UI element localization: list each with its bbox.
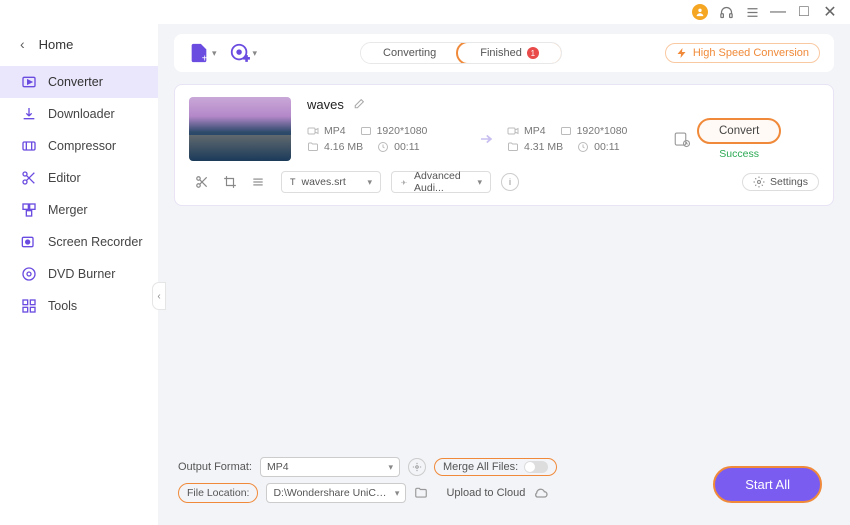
merge-toggle[interactable]	[524, 461, 548, 473]
resolution-icon	[560, 125, 572, 137]
close-button[interactable]: ✕	[822, 4, 838, 20]
merge-label: Merge All Files:	[443, 461, 518, 473]
file-name: waves	[307, 97, 344, 112]
clock-icon	[577, 141, 589, 153]
disc-icon	[20, 265, 38, 283]
edit-name-icon[interactable]	[352, 98, 365, 111]
video-icon	[307, 125, 319, 137]
file-location-label: File Location:	[178, 483, 258, 503]
high-speed-conversion-button[interactable]: High Speed Conversion	[665, 43, 820, 63]
output-format-value: MP4	[267, 461, 289, 473]
start-all-button[interactable]: Start All	[713, 466, 822, 503]
settings-chip[interactable]: Settings	[742, 173, 819, 191]
status-text: Success	[719, 148, 759, 160]
add-disc-button[interactable]: + ▾	[229, 42, 258, 64]
open-folder-icon[interactable]	[414, 486, 428, 500]
nav-label: Merger	[48, 203, 88, 217]
tools-icon	[20, 297, 38, 315]
user-avatar-icon[interactable]	[692, 4, 708, 20]
resolution-icon	[360, 125, 372, 137]
nav-dvd-burner[interactable]: DVD Burner	[0, 258, 158, 290]
scissors-icon	[20, 169, 38, 187]
nav-label: DVD Burner	[48, 267, 115, 281]
upload-cloud-label: Upload to Cloud	[446, 487, 525, 499]
sidebar-collapse-handle[interactable]: ‹	[152, 282, 166, 310]
download-icon	[20, 105, 38, 123]
video-thumbnail[interactable]	[189, 97, 291, 161]
hamburger-icon[interactable]	[744, 4, 760, 20]
crop-icon[interactable]	[223, 175, 237, 189]
nav-label: Compressor	[48, 139, 116, 153]
compressor-icon	[20, 137, 38, 155]
dst-size: 4.31 MB	[524, 141, 563, 153]
nav-merger[interactable]: Merger	[0, 194, 158, 226]
add-file-button[interactable]: + ▾	[188, 42, 217, 64]
audio-value: Advanced Audi...	[414, 170, 471, 194]
src-size: 4.16 MB	[324, 141, 363, 153]
dst-duration: 00:11	[594, 141, 620, 153]
audio-dropdown[interactable]: Advanced Audi... ▾	[391, 171, 491, 193]
nav-label: Converter	[48, 75, 103, 89]
headset-icon[interactable]	[718, 4, 734, 20]
file-location-value: D:\Wondershare UniConverter 1	[273, 487, 388, 499]
chevron-left-icon: ‹	[20, 36, 25, 52]
info-icon[interactable]: i	[501, 173, 519, 191]
finished-count-badge: 1	[527, 47, 539, 59]
nav-converter[interactable]: Converter	[0, 66, 158, 98]
sidebar: ‹ Home Converter Downloader Compressor E…	[0, 24, 158, 525]
merger-icon	[20, 201, 38, 219]
tab-finished[interactable]: Finished 1	[456, 42, 562, 64]
file-card: waves MP4 1920*1080 4.16 MB	[174, 84, 834, 206]
nav-tools[interactable]: Tools	[0, 290, 158, 322]
video-icon	[507, 125, 519, 137]
subtitle-value: waves.srt	[302, 176, 346, 188]
nav-screen-recorder[interactable]: Screen Recorder	[0, 226, 158, 258]
tab-converting[interactable]: Converting	[361, 43, 458, 63]
file-location-select[interactable]: D:\Wondershare UniConverter 1 ▾	[266, 483, 406, 503]
nav-label: Downloader	[48, 107, 115, 121]
home-label: Home	[39, 37, 74, 52]
output-format-label: Output Format:	[178, 461, 252, 473]
effects-icon[interactable]	[251, 175, 265, 189]
convert-button[interactable]: Convert	[697, 118, 781, 144]
minimize-button[interactable]: —	[770, 4, 786, 20]
maximize-button[interactable]: □	[796, 4, 812, 20]
nav-label: Editor	[48, 171, 81, 185]
dst-resolution: 1920*1080	[577, 125, 628, 137]
nav-label: Screen Recorder	[48, 235, 143, 249]
svg-text:+: +	[243, 54, 249, 64]
output-settings-gear-icon[interactable]	[408, 458, 426, 476]
trim-icon[interactable]	[195, 175, 209, 189]
nav-label: Tools	[48, 299, 77, 313]
folder-icon	[507, 141, 519, 153]
cloud-icon[interactable]	[533, 485, 549, 501]
settings-label: Settings	[770, 176, 808, 188]
status-tabs: Converting Finished 1	[360, 42, 562, 64]
main-panel: + ▾ + ▾ Converting Finished 1 High Speed…	[158, 24, 850, 525]
output-settings-icon[interactable]	[673, 130, 691, 148]
arrow-right-icon	[478, 130, 496, 148]
nav-downloader[interactable]: Downloader	[0, 98, 158, 130]
dst-format: MP4	[524, 125, 546, 137]
nav-compressor[interactable]: Compressor	[0, 130, 158, 162]
nav-editor[interactable]: Editor	[0, 162, 158, 194]
src-resolution: 1920*1080	[377, 125, 428, 137]
home-button[interactable]: ‹ Home	[0, 28, 158, 66]
src-format: MP4	[324, 125, 346, 137]
output-format-select[interactable]: MP4 ▾	[260, 457, 400, 477]
hsc-label: High Speed Conversion	[693, 47, 809, 59]
merge-all-files: Merge All Files:	[434, 458, 557, 476]
src-duration: 00:11	[394, 141, 420, 153]
tab-finished-label: Finished	[480, 47, 522, 59]
recorder-icon	[20, 233, 38, 251]
subtitle-dropdown[interactable]: T waves.srt ▾	[281, 171, 381, 193]
folder-icon	[307, 141, 319, 153]
converter-icon	[20, 73, 38, 91]
toolbar: + ▾ + ▾ Converting Finished 1 High Speed…	[174, 34, 834, 72]
svg-text:+: +	[202, 53, 208, 64]
clock-icon	[377, 141, 389, 153]
